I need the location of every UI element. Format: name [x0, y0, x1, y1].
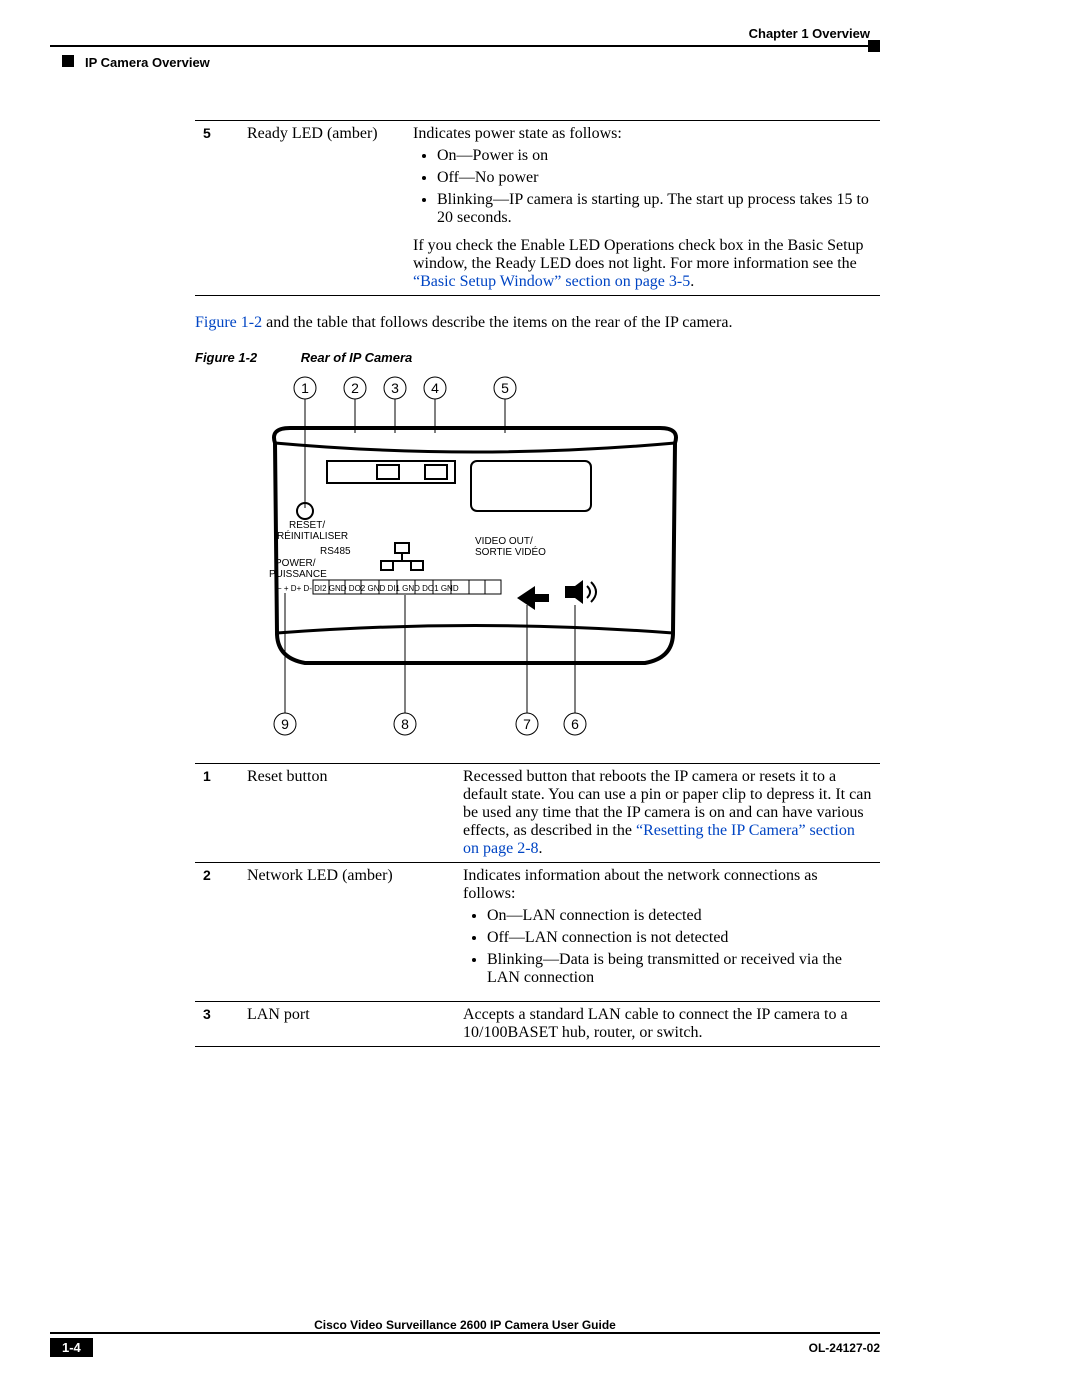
- row-description: Indicates power state as follows: On—Pow…: [405, 121, 880, 296]
- footer-doc-number: OL-24127-02: [809, 1341, 880, 1355]
- row-note: If you check the Enable LED Operations c…: [413, 237, 872, 291]
- label-terminal-pins: − + D+ D- DI2 GND DO2 GND DI1 GND DO1 GN…: [277, 584, 459, 593]
- bullet-list: On—LAN connection is detected Off—LAN co…: [463, 907, 872, 987]
- label-power1: POWER/: [275, 558, 316, 569]
- list-item: Off—LAN connection is not detected: [487, 929, 872, 947]
- list-item: Blinking—IP camera is starting up. The s…: [437, 191, 872, 227]
- header-marker-box: [868, 40, 880, 52]
- row-label: Network LED (amber): [239, 863, 455, 1002]
- row-number: 1: [195, 764, 239, 863]
- callout-1: 1: [301, 380, 309, 396]
- page-content: 5 Ready LED (amber) Indicates power stat…: [195, 120, 880, 1047]
- callout-6: 6: [571, 716, 579, 732]
- row-description: Recessed button that reboots the IP came…: [455, 764, 880, 863]
- label-video1: VIDEO OUT/: [475, 536, 533, 547]
- row-number: 2: [195, 863, 239, 1002]
- list-item: Off—No power: [437, 169, 872, 187]
- figure-number: Figure 1-2: [195, 350, 257, 365]
- row-intro: Indicates information about the network …: [463, 867, 872, 903]
- table-row: 2 Network LED (amber) Indicates informat…: [195, 863, 880, 1002]
- rear-camera-diagram: 1 2 3 4 5: [265, 373, 685, 743]
- row-label: Ready LED (amber): [239, 121, 405, 296]
- callout-2: 2: [351, 380, 359, 396]
- row-number: 3: [195, 1002, 239, 1047]
- footer-rule: [50, 1332, 880, 1334]
- table-front-continued: 5 Ready LED (amber) Indicates power stat…: [195, 120, 880, 296]
- figure-intro-text: and the table that follows describe the …: [262, 314, 732, 331]
- table-row: 5 Ready LED (amber) Indicates power stat…: [195, 121, 880, 296]
- cross-ref-link[interactable]: “Basic Setup Window” section on page 3-5: [413, 273, 690, 290]
- page-footer: Cisco Video Surveillance 2600 IP Camera …: [50, 1318, 880, 1357]
- figure-caption: Figure 1-2 Rear of IP Camera: [195, 350, 880, 365]
- section-marker-box: [62, 55, 74, 67]
- callout-8: 8: [401, 716, 409, 732]
- page-number-badge: 1-4: [50, 1338, 93, 1357]
- callout-3: 3: [391, 380, 399, 396]
- row-intro: Indicates power state as follows:: [413, 125, 872, 143]
- callout-7: 7: [523, 716, 531, 732]
- header-rule: [50, 45, 880, 47]
- callout-9: 9: [281, 716, 289, 732]
- row-label: LAN port: [239, 1002, 455, 1047]
- row-label: Reset button: [239, 764, 455, 863]
- table-rear-items: 1 Reset button Recessed button that rebo…: [195, 763, 880, 1047]
- figure-intro-para: Figure 1-2 and the table that follows de…: [195, 314, 880, 332]
- desc-text-end: .: [539, 840, 543, 857]
- label-video2: SORTIE VIDÉO: [475, 545, 546, 558]
- row-description: Indicates information about the network …: [455, 863, 880, 1002]
- list-item: On—LAN connection is detected: [487, 907, 872, 925]
- table-row: 3 LAN port Accepts a standard LAN cable …: [195, 1002, 880, 1047]
- note-text: If you check the Enable LED Operations c…: [413, 237, 864, 272]
- list-item: On—Power is on: [437, 147, 872, 165]
- label-rs485: RS485: [320, 546, 351, 557]
- list-item: Blinking—Data is being transmitted or re…: [487, 951, 872, 987]
- table-row: 1 Reset button Recessed button that rebo…: [195, 764, 880, 863]
- note-text-end: .: [690, 273, 694, 290]
- document-page: Chapter 1 Overview IP Camera Overview 5 …: [0, 0, 1080, 1397]
- callout-5: 5: [501, 380, 509, 396]
- figure-ref-link[interactable]: Figure 1-2: [195, 314, 262, 331]
- section-label: IP Camera Overview: [85, 55, 210, 70]
- footer-document-title: Cisco Video Surveillance 2600 IP Camera …: [50, 1318, 880, 1332]
- label-reset2: RÉINITIALISER: [277, 529, 348, 542]
- row-number: 5: [195, 121, 239, 296]
- callout-4: 4: [431, 380, 439, 396]
- row-description: Accepts a standard LAN cable to connect …: [455, 1002, 880, 1047]
- chapter-label: Chapter 1 Overview: [749, 26, 870, 41]
- label-reset1: RESET/: [289, 520, 325, 531]
- bullet-list: On—Power is on Off—No power Blinking—IP …: [413, 147, 872, 227]
- label-power2: PUISSANCE: [269, 569, 327, 580]
- figure-title: Rear of IP Camera: [301, 350, 413, 365]
